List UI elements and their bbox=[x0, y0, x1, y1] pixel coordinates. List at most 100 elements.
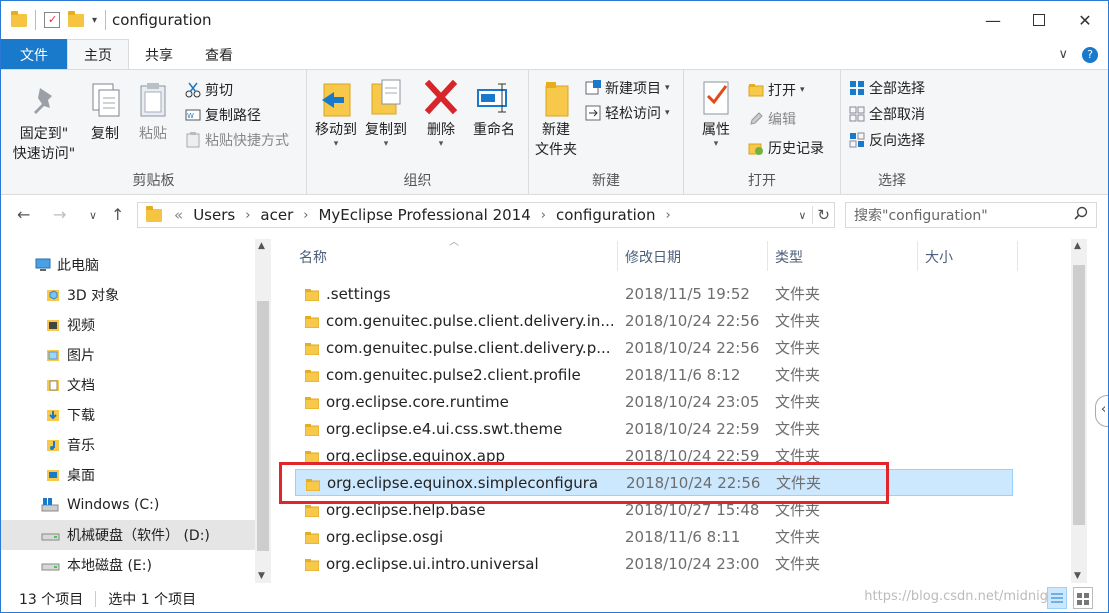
breadcrumb-acer[interactable]: acer bbox=[260, 206, 293, 224]
column-header-type[interactable]: 类型 bbox=[775, 235, 803, 279]
large-icons-view-button[interactable] bbox=[1073, 587, 1093, 609]
dropdown-arrow-icon: ▾ bbox=[665, 83, 670, 93]
nav-item-3d-objects[interactable]: 3D 对象 bbox=[1, 280, 255, 310]
file-row[interactable]: org.eclipse.core.runtime 2018/10/24 23:05… bbox=[295, 388, 1013, 415]
open-button[interactable]: 打开 ▾ bbox=[748, 78, 805, 102]
scroll-down-icon[interactable]: ▼ bbox=[1074, 571, 1081, 581]
nav-item-pictures[interactable]: 图片 bbox=[1, 340, 255, 370]
forward-arrow-icon[interactable]: → bbox=[53, 205, 66, 224]
copy-path-button[interactable]: W 复制路径 bbox=[185, 103, 261, 127]
nav-item-drive-e[interactable]: 本地磁盘 (E:) bbox=[1, 550, 255, 580]
minimize-button[interactable]: — bbox=[970, 1, 1016, 39]
tab-home[interactable]: 主页 bbox=[67, 39, 129, 70]
column-divider[interactable] bbox=[1017, 241, 1018, 271]
paste-shortcut-button[interactable]: 粘贴快捷方式 bbox=[185, 128, 289, 152]
column-divider[interactable] bbox=[617, 241, 618, 271]
refresh-icon[interactable]: ↻ bbox=[812, 206, 830, 224]
customize-dropdown-icon[interactable]: ▾ bbox=[92, 15, 97, 26]
recent-locations-chevron-icon[interactable]: ∨ bbox=[89, 209, 97, 222]
properties-button[interactable]: 属性 ▾ bbox=[694, 78, 738, 149]
nav-item-downloads[interactable]: 下载 bbox=[1, 400, 255, 430]
dropdown-arrow-icon: ▾ bbox=[713, 139, 719, 149]
nav-item-music[interactable]: 音乐 bbox=[1, 430, 255, 460]
properties-check-icon[interactable]: ✓ bbox=[44, 12, 60, 28]
collapse-ribbon-icon[interactable]: ∨ bbox=[1058, 47, 1068, 62]
nav-scroll-thumb[interactable] bbox=[257, 301, 269, 551]
history-button[interactable]: 历史记录 bbox=[748, 136, 824, 160]
new-group-label: 新建 bbox=[592, 173, 620, 189]
file-row[interactable]: com.genuitec.pulse.client.delivery.in...… bbox=[295, 307, 1013, 334]
file-list-scroll-thumb[interactable] bbox=[1073, 265, 1085, 525]
file-row[interactable]: com.genuitec.pulse.client.delivery.p... 2… bbox=[295, 334, 1013, 361]
tab-file[interactable]: 文件 bbox=[1, 39, 67, 70]
nav-item-drive-d[interactable]: 机械硬盘（软件） (D:) bbox=[1, 520, 255, 550]
breadcrumb-chevron-icon[interactable]: › bbox=[245, 208, 250, 223]
select-none-button[interactable]: 全部取消 bbox=[849, 102, 925, 126]
help-icon[interactable]: ? bbox=[1082, 46, 1098, 63]
copy-to-button[interactable]: 复制到 ▾ bbox=[361, 78, 411, 149]
file-list-scrollbar[interactable]: ▲ ▼ bbox=[1071, 239, 1087, 583]
move-to-button[interactable]: 移动到 ▾ bbox=[311, 78, 361, 149]
file-row[interactable]: org.eclipse.osgi 2018/11/6 8:11 文件夹 bbox=[295, 523, 1013, 550]
file-row[interactable]: com.genuitec.pulse2.client.profile 2018/1… bbox=[295, 361, 1013, 388]
column-header-name[interactable]: 名称 bbox=[299, 235, 327, 279]
select-all-button[interactable]: 全部选择 bbox=[849, 76, 925, 100]
selected-count: 选中 1 个项目 bbox=[108, 592, 197, 608]
breadcrumb-chevron-icon[interactable]: › bbox=[665, 208, 670, 223]
copy-button[interactable]: 复制 bbox=[83, 82, 127, 144]
invert-selection-button[interactable]: 反向选择 bbox=[849, 128, 925, 152]
address-bar[interactable]: « Users › acer › MyEclipse Professional … bbox=[137, 202, 835, 228]
cut-label: 剪切 bbox=[205, 83, 233, 99]
move-to-icon bbox=[318, 78, 354, 117]
nav-item-label: 视频 bbox=[67, 318, 95, 334]
rename-button[interactable]: 重命名 bbox=[467, 78, 521, 140]
back-arrow-icon[interactable]: ← bbox=[17, 205, 30, 224]
tab-share[interactable]: 共享 bbox=[129, 39, 189, 70]
close-button[interactable]: ✕ bbox=[1062, 1, 1108, 39]
folder-icon bbox=[304, 341, 320, 356]
up-arrow-icon[interactable]: ↑ bbox=[111, 205, 124, 224]
breadcrumb-myeclipse[interactable]: MyEclipse Professional 2014 bbox=[318, 206, 530, 224]
cut-button[interactable]: 剪切 bbox=[185, 78, 233, 102]
file-row[interactable]: .settings 2018/11/5 19:52 文件夹 bbox=[295, 280, 1013, 307]
pin-quick-access-button[interactable]: 固定到" 快速访问" bbox=[9, 82, 79, 164]
search-input[interactable]: 搜索"configuration" bbox=[845, 202, 1097, 228]
nav-item-documents[interactable]: 文档 bbox=[1, 370, 255, 400]
breadcrumb-chevron-icon[interactable]: › bbox=[541, 208, 546, 223]
ribbon: 固定到" 快速访问" 复制 粘贴 剪切 W 复制路径 粘贴快捷方式 剪贴板 移动… bbox=[1, 69, 1108, 195]
scissors-icon bbox=[185, 82, 201, 98]
nav-item-videos[interactable]: 视频 bbox=[1, 310, 255, 340]
music-icon bbox=[45, 437, 61, 453]
new-folder-button[interactable]: 新建 文件夹 bbox=[531, 78, 581, 160]
column-header-size[interactable]: 大小 bbox=[925, 235, 953, 279]
scroll-up-icon[interactable]: ▲ bbox=[258, 241, 265, 251]
edit-button[interactable]: 编辑 bbox=[748, 107, 796, 131]
breadcrumb-users[interactable]: Users bbox=[193, 206, 235, 224]
new-item-button[interactable]: 新建项目 ▾ bbox=[585, 76, 670, 100]
details-view-button[interactable] bbox=[1047, 587, 1067, 609]
column-divider[interactable] bbox=[767, 241, 768, 271]
nav-scrollbar[interactable]: ▲ ▼ bbox=[255, 239, 271, 583]
file-row[interactable]: org.eclipse.ui.intro.universal 2018/10/24… bbox=[295, 550, 1013, 577]
new-folder-icon[interactable] bbox=[68, 10, 84, 27]
nav-item-this-pc[interactable]: 此电脑 bbox=[1, 250, 255, 280]
breadcrumb-configuration[interactable]: configuration bbox=[556, 206, 656, 224]
address-dropdown-icon[interactable]: ∨ bbox=[798, 209, 806, 222]
nav-item-desktop[interactable]: 桌面 bbox=[1, 460, 255, 490]
folder-icon bbox=[304, 422, 320, 437]
scroll-up-icon[interactable]: ▲ bbox=[1074, 241, 1081, 251]
side-expand-handle[interactable]: ‹ bbox=[1095, 395, 1108, 427]
breadcrumb-overflow[interactable]: « bbox=[174, 206, 183, 224]
nav-item-drive-c[interactable]: Windows (C:) bbox=[1, 490, 255, 520]
paste-button[interactable]: 粘贴 bbox=[131, 82, 175, 144]
scroll-down-icon[interactable]: ▼ bbox=[258, 571, 265, 581]
column-divider[interactable] bbox=[917, 241, 918, 271]
breadcrumb-chevron-icon[interactable]: › bbox=[303, 208, 308, 223]
file-row[interactable]: org.eclipse.e4.ui.css.swt.theme 2018/10/2… bbox=[295, 415, 1013, 442]
easy-access-button[interactable]: 轻松访问 ▾ bbox=[585, 101, 670, 125]
delete-button[interactable]: 删除 ▾ bbox=[421, 78, 461, 149]
column-header-date[interactable]: 修改日期 bbox=[625, 235, 681, 279]
window-title: configuration bbox=[112, 11, 212, 29]
tab-view[interactable]: 查看 bbox=[189, 39, 249, 70]
maximize-button[interactable] bbox=[1016, 1, 1062, 39]
